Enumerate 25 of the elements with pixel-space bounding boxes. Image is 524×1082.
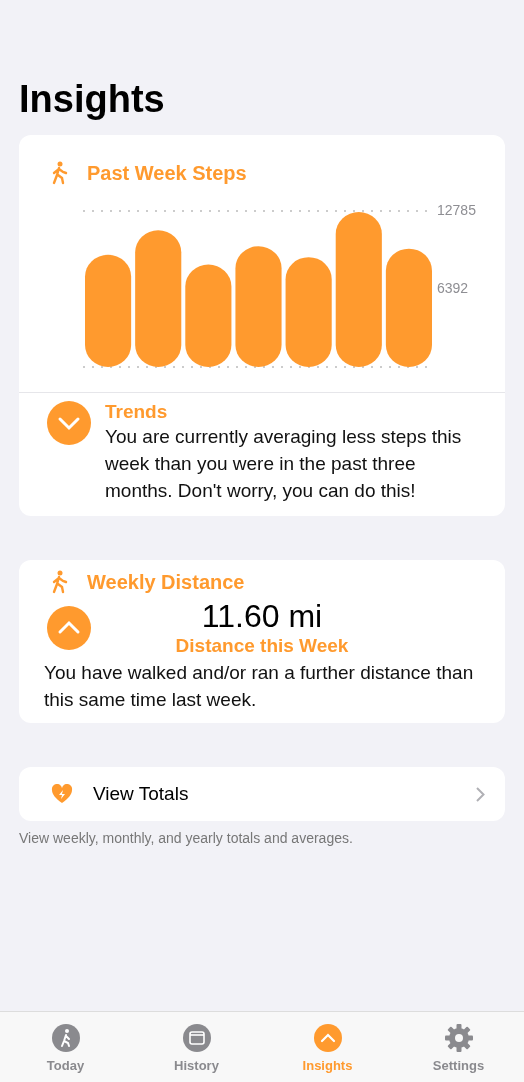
- footer-note: View weekly, monthly, and yearly totals and averages.: [19, 829, 354, 846]
- trend-title: Trends: [105, 401, 169, 423]
- row-label: View Totals: [93, 783, 190, 805]
- card-title: Past Week Steps: [87, 161, 247, 185]
- walking-figure-icon: [51, 570, 69, 594]
- tab[interactable]: Today: [0, 1012, 131, 1082]
- card-title: Weekly Distance: [87, 570, 245, 594]
- trend-text: You are currently averaging less steps this week than you were in the past three months. Don't worry, you can do this!: [105, 425, 463, 503]
- distance-value: 11.60 mi: [201, 598, 323, 635]
- view-totals-row[interactable]: View Totals: [19, 767, 505, 821]
- tab[interactable]: History: [131, 1012, 262, 1082]
- chevron-up-icon: [313, 1024, 342, 1052]
- settings-icon: [444, 1024, 473, 1052]
- distance-text: You have walked and/or ran a further distance than this same time last week.: [43, 661, 475, 712]
- axis-label: 6392: [437, 279, 469, 296]
- calendar-icon: [182, 1024, 211, 1052]
- axis-label: 12785: [437, 201, 476, 218]
- chevron-right-icon: [476, 786, 485, 802]
- heart-bolt-icon: [51, 784, 73, 804]
- tab[interactable]: Settings: [393, 1012, 524, 1082]
- walking-figure-icon: [51, 1024, 80, 1052]
- page-title: Insights: [19, 78, 166, 121]
- tab[interactable]: Insights: [262, 1012, 393, 1082]
- distance-caption: Distance this Week: [175, 635, 349, 657]
- walking-figure-icon: [51, 161, 69, 185]
